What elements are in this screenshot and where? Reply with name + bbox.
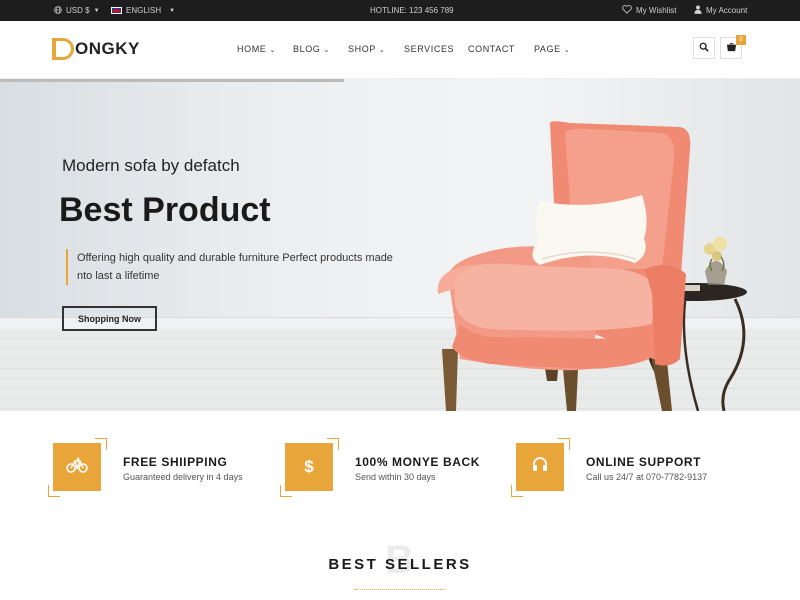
globe-icon <box>54 5 62 16</box>
chevron-down-icon: ⌄ <box>323 47 330 54</box>
logo-text: ONGKY <box>75 39 140 58</box>
cart-icon <box>726 39 737 57</box>
currency-label: USD $ <box>66 6 90 15</box>
hero-description: Offering high quality and durable furnit… <box>66 249 401 285</box>
nav-item-shop[interactable]: SHOP ⌄ <box>348 44 385 54</box>
logo[interactable]: ONGKY <box>52 35 140 63</box>
feature-description: Guaranteed delivery in 4 days <box>123 472 243 482</box>
user-icon <box>694 5 702 16</box>
dollar-icon: $ <box>304 457 314 476</box>
nav-item-contact[interactable]: CONTACT <box>468 44 515 54</box>
account-link[interactable]: My Account <box>694 0 747 21</box>
headset-icon <box>531 456 549 479</box>
search-button[interactable] <box>693 37 715 59</box>
chevron-down-icon: ⌄ <box>563 47 571 54</box>
hero-slider: Modern sofa by defatch Best Product Offe… <box>0 79 800 411</box>
hero-subtitle: Modern sofa by defatch <box>62 156 240 175</box>
feature-description: Send within 30 days <box>355 472 436 482</box>
language-selector[interactable]: ENGLISH ▼ <box>111 0 175 21</box>
feature-money-back: $ 100% MONYE BACK Send within 30 days <box>280 438 515 498</box>
heart-icon <box>622 5 632 16</box>
feature-free-shipping: FREE SHIIPPING Guaranteed delivery in 4 … <box>48 438 283 498</box>
language-label: ENGLISH <box>126 6 162 15</box>
top-bar: USD $ ▼ ENGLISH ▼ HOTLINE: 123 456 789 M… <box>0 0 800 21</box>
nav-item-services[interactable]: SERVICES <box>404 44 454 54</box>
feature-title: ONLINE SUPPORT <box>586 455 702 469</box>
chevron-down-icon: ⌄ <box>269 47 276 54</box>
currency-selector[interactable]: USD $ ▼ <box>54 0 100 21</box>
search-icon <box>699 39 709 57</box>
feature-title: FREE SHIIPPING <box>123 455 228 469</box>
shopping-now-button[interactable]: Shopping Now <box>62 306 157 331</box>
account-label: My Account <box>706 6 748 15</box>
cart-count-badge: 0 <box>736 35 746 45</box>
nav-item-page[interactable]: PAGE ⌄ <box>534 44 570 54</box>
chevron-down-icon: ▼ <box>93 7 100 14</box>
logo-d-mark <box>52 38 74 60</box>
wishlist-link[interactable]: My Wishlist <box>622 0 676 21</box>
hero-title: Best Product <box>59 191 271 229</box>
armchair-image <box>437 121 747 411</box>
hotline: HOTLINE: 123 456 789 <box>370 0 454 21</box>
feature-icon-box <box>516 443 564 491</box>
feature-online-support: ONLINE SUPPORT Call us 24/7 at 070-7782-… <box>511 438 746 498</box>
bicycle-icon <box>66 457 88 478</box>
nav-item-home[interactable]: HOME ⌄ <box>237 44 276 54</box>
feature-title: 100% MONYE BACK <box>355 455 481 469</box>
feature-icon-box <box>53 443 101 491</box>
chevron-down-icon: ▼ <box>169 7 176 14</box>
wishlist-label: My Wishlist <box>636 6 677 15</box>
section-divider <box>355 589 445 590</box>
hotline-text: HOTLINE: 123 456 789 <box>370 6 454 15</box>
feature-description: Call us 24/7 at 070-7782-9137 <box>586 472 708 482</box>
main-header: ONGKY HOME ⌄ BLOG ⌄ SHOP ⌄ SERVICES CONT… <box>0 21 800 79</box>
slider-progress-bar <box>0 79 344 82</box>
uk-flag-icon <box>111 7 122 14</box>
chevron-down-icon: ⌄ <box>378 47 386 54</box>
nav-item-blog[interactable]: BLOG ⌄ <box>293 44 330 54</box>
best-sellers-title: BEST SELLERS <box>328 556 472 573</box>
feature-icon-box: $ <box>285 443 333 491</box>
